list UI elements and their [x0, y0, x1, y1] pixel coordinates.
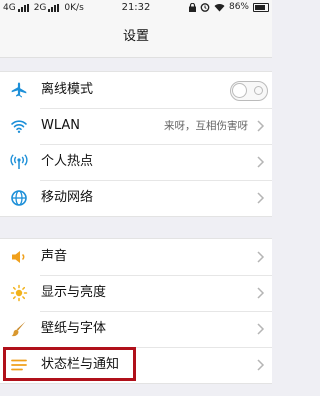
setting-row-wlan[interactable]: WLAN 来呀，互相伤害呀: [0, 108, 272, 144]
status-bar: 4G 2G 0K/s 21:32 86%: [0, 0, 272, 17]
chevron-right-icon: [257, 323, 265, 335]
setting-row-sound[interactable]: 声音: [0, 239, 272, 275]
chevron-right-icon: [257, 359, 265, 371]
airplane-icon: [11, 82, 27, 98]
battery-icon: [253, 2, 269, 12]
alarm-icon: [200, 3, 210, 12]
chevron-right-icon: [257, 251, 265, 263]
wifi-status-icon: [214, 3, 225, 11]
wlan-network-name: 来呀，互相伤害呀: [164, 120, 248, 132]
setting-label: WLAN: [41, 118, 81, 133]
brush-icon: [11, 321, 26, 337]
globe-icon: [11, 190, 27, 206]
setting-row-mobile-network[interactable]: 移动网络: [0, 180, 272, 216]
brightness-icon: [10, 284, 28, 302]
chevron-right-icon: [257, 156, 265, 168]
toggle-off-indicator-icon: [254, 86, 263, 95]
hotspot-icon: [10, 154, 28, 169]
setting-row-hotspot[interactable]: 个人热点: [0, 144, 272, 180]
setting-label: 显示与亮度: [41, 285, 107, 300]
lock-icon: [188, 2, 196, 12]
setting-row-airplane-mode[interactable]: 离线模式: [0, 72, 272, 108]
setting-label: 离线模式: [41, 82, 94, 97]
speaker-icon: [12, 251, 25, 263]
highlight-box: [3, 347, 136, 381]
status-icons: 86%: [188, 2, 269, 12]
battery-percent: 86%: [228, 2, 249, 12]
setting-label: 个人热点: [41, 154, 94, 169]
setting-row-display-brightness[interactable]: 显示与亮度: [0, 275, 272, 311]
setting-label: 声音: [41, 249, 68, 264]
setting-label: 移动网络: [41, 190, 94, 205]
chevron-right-icon: [257, 120, 265, 132]
chevron-right-icon: [257, 287, 265, 299]
page-title: 设置: [0, 17, 272, 58]
setting-label: 壁纸与字体: [41, 321, 107, 336]
setting-row-wallpaper-font[interactable]: 壁纸与字体: [0, 311, 272, 347]
airplane-mode-toggle[interactable]: [230, 81, 268, 101]
toggle-knob: [232, 83, 247, 98]
chevron-right-icon: [257, 192, 265, 204]
wifi-icon: [11, 120, 27, 133]
settings-group-network: 离线模式 WLAN 来呀，互相伤害呀 个人热点 移动网络: [0, 71, 272, 217]
